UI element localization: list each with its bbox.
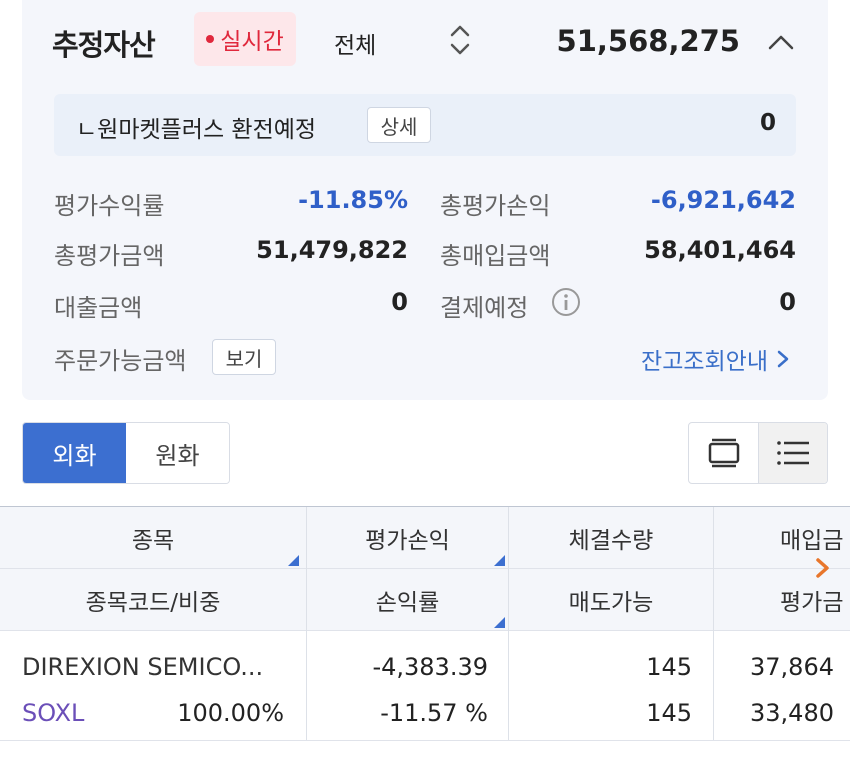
total-eval-profit-value: -6,921,642 xyxy=(650,186,796,214)
profit-rate-value: -11.57 % xyxy=(380,699,488,727)
scroll-right-arrow-icon[interactable] xyxy=(814,557,832,579)
card-view-button[interactable] xyxy=(689,423,758,483)
realtime-badge-label: 실시간 xyxy=(220,29,284,55)
view-mode-toggle xyxy=(688,422,828,484)
total-eval-amount-value: 51,479,822 xyxy=(256,236,408,264)
chevron-up-icon[interactable] xyxy=(764,28,798,56)
total-eval-profit-label: 총평가손익 xyxy=(440,192,551,220)
col-header-profit-rate[interactable]: 손익률 xyxy=(307,569,508,631)
eval-return-rate-label: 평가수익률 xyxy=(54,192,165,220)
exec-qty-value: 145 xyxy=(646,653,692,681)
total-asset-value: 51,568,275 xyxy=(556,24,740,58)
eval-return-rate-value: -11.85% xyxy=(298,186,408,214)
exchange-pending-box: ㄴ원마켓플러스 환전예정 상세 0 xyxy=(54,94,796,156)
loan-amount-label: 대출금액 xyxy=(54,294,143,322)
page-title: 추정자산 xyxy=(52,28,156,62)
filter-select[interactable]: 전체 xyxy=(334,26,376,60)
tab-won-currency[interactable]: 원화 xyxy=(126,423,229,483)
order-available-view-button[interactable]: 보기 xyxy=(212,339,276,375)
sellable-qty-value: 145 xyxy=(646,699,692,727)
exchange-pending-label: ㄴ원마켓플러스 환전예정 xyxy=(76,117,317,143)
buy-amount-value: 37,864 xyxy=(750,653,834,681)
col-header-code-weight[interactable]: 종목코드/비중 xyxy=(0,569,306,631)
list-view-button[interactable] xyxy=(758,423,827,483)
stock-name: DIREXION SEMICO... xyxy=(22,653,264,681)
list-view-icon xyxy=(777,441,809,465)
sort-corner-icon xyxy=(494,617,505,628)
realtime-badge[interactable]: 실시간 xyxy=(194,12,296,66)
settlement-pending-label: 결제예정 xyxy=(440,294,529,322)
exchange-pending-value: 0 xyxy=(759,110,776,136)
total-eval-amount-label: 총평가금액 xyxy=(54,242,165,270)
sort-corner-icon xyxy=(288,555,299,566)
stock-code: SOXL xyxy=(22,699,85,727)
order-available-label: 주문가능금액 xyxy=(54,347,187,375)
chevron-right-icon xyxy=(777,350,789,368)
col-header-name[interactable]: 종목 xyxy=(0,507,306,569)
tab-foreign-currency[interactable]: 외화 xyxy=(23,423,126,483)
table-bottom-divider xyxy=(0,740,850,741)
eval-amount-value: 33,480 xyxy=(750,699,834,727)
eval-profit-value: -4,383.39 xyxy=(372,653,488,681)
table-row[interactable]: DIREXION SEMICO... SOXL 100.00% -4,383.3… xyxy=(0,633,850,741)
settlement-pending-value: 0 xyxy=(779,288,796,316)
card-view-icon xyxy=(708,438,739,468)
col-header-sellable[interactable]: 매도가능 xyxy=(509,569,713,631)
holdings-table: 종목 평가손익 체결수량 매입금 종목코드/비중 손익률 매도가능 평가금 DI… xyxy=(0,506,850,742)
col-header-exec-qty[interactable]: 체결수량 xyxy=(509,507,713,569)
exchange-detail-button[interactable]: 상세 xyxy=(367,107,431,143)
col-header-eval-amount-label: 평가금 xyxy=(780,589,844,616)
col-header-buy-amount-label: 매입금 xyxy=(780,527,844,554)
sort-updown-icon[interactable] xyxy=(446,20,474,60)
loan-amount-value: 0 xyxy=(391,288,408,316)
sort-corner-icon xyxy=(494,555,505,566)
currency-segmented-control: 외화 원화 xyxy=(22,422,230,484)
col-header-eval-profit[interactable]: 평가손익 xyxy=(307,507,508,569)
total-buy-amount-label: 총매입금액 xyxy=(440,242,551,270)
balance-guide-link[interactable]: 잔고조회안내 xyxy=(641,342,790,376)
info-icon[interactable] xyxy=(550,286,582,318)
realtime-dot-icon xyxy=(206,35,215,43)
asset-summary-card: 추정자산 실시간 전체 51,568,275 ㄴ원마켓플러스 환전예정 상세 0… xyxy=(22,0,828,400)
balance-guide-link-label: 잔고조회안내 xyxy=(641,349,768,375)
stock-weight: 100.00% xyxy=(177,699,284,727)
total-buy-amount-value: 58,401,464 xyxy=(644,236,796,264)
